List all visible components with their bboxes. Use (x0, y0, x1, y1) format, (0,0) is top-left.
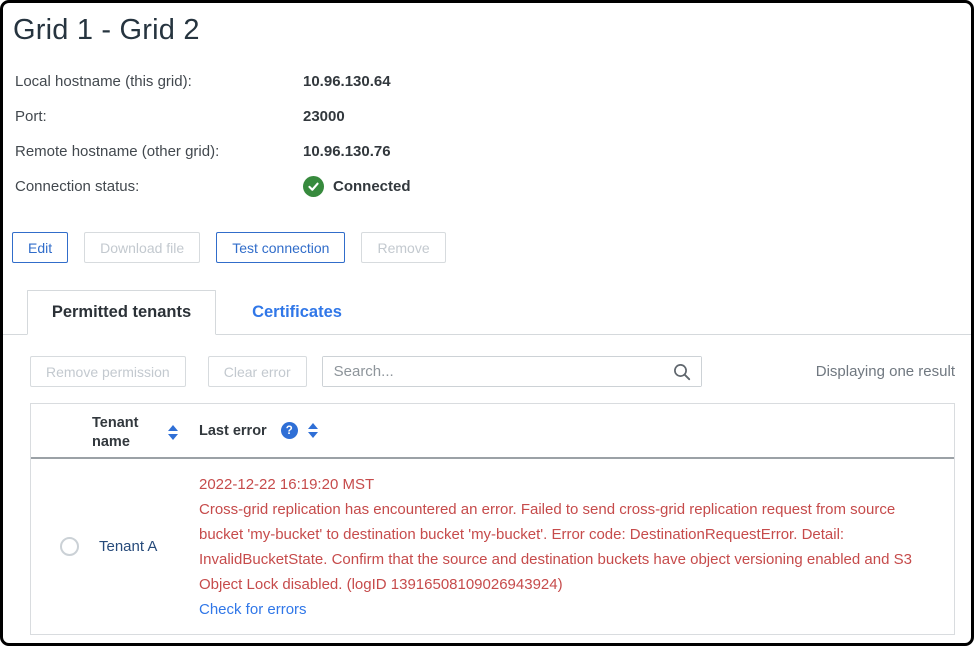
sort-icon[interactable] (168, 425, 178, 440)
search-input[interactable] (322, 357, 701, 386)
permitted-tenants-table: Tenant name Last error ? Tenant A 2022-1… (30, 403, 955, 635)
tenant-cell: Tenant A (92, 538, 199, 556)
connection-details: Local hostname (this grid): 10.96.130.64… (15, 71, 971, 197)
last-error-cell: 2022-12-22 16:19:20 MST Cross-grid repli… (199, 459, 931, 634)
detail-value: 10.96.130.76 (303, 142, 391, 160)
status-badge: Connected (303, 175, 411, 197)
check-for-errors-link[interactable]: Check for errors (199, 597, 307, 622)
radio-cell (31, 537, 92, 556)
detail-value: 23000 (303, 107, 345, 125)
results-count-text: Displaying one result (815, 363, 955, 380)
detail-local-hostname: Local hostname (this grid): 10.96.130.64 (15, 71, 971, 91)
tab-certificates[interactable]: Certificates (216, 290, 378, 334)
edit-button[interactable]: Edit (12, 232, 69, 263)
app-window: Grid 1 - Grid 2 Local hostname (this gri… (0, 0, 974, 646)
help-icon[interactable]: ? (280, 422, 298, 439)
action-buttons: Edit Download file Test connection Remov… (12, 232, 971, 263)
detail-label: Connection status: (15, 177, 140, 195)
download-file-button[interactable]: Download file (84, 232, 201, 263)
header-tenant-name: Tenant name (92, 410, 199, 452)
table-row: Tenant A 2022-12-22 16:19:20 MST Cross-g… (31, 459, 954, 634)
search-icon[interactable] (672, 362, 692, 387)
column-label: Tenant name (92, 414, 139, 450)
header-last-error: Last error ? (199, 422, 954, 439)
detail-port: Port: 23000 (15, 106, 971, 126)
error-timestamp: 2022-12-22 16:19:20 MST (199, 476, 375, 493)
remove-button[interactable]: Remove (361, 232, 446, 263)
remove-permission-button[interactable]: Remove permission (30, 356, 186, 387)
tenant-toolbar: Remove permission Clear error Displaying… (30, 356, 955, 387)
column-label: Last error (199, 422, 267, 439)
tenant-select-radio[interactable] (60, 537, 79, 556)
clear-error-button[interactable]: Clear error (207, 356, 307, 387)
table-header-row: Tenant name Last error ? (31, 404, 954, 459)
tab-bar: Permitted tenants Certificates (3, 290, 971, 335)
page-title: Grid 1 - Grid 2 (13, 14, 200, 46)
test-connection-button[interactable]: Test connection (216, 232, 346, 263)
detail-connection-status: Connection status: Connected (15, 175, 971, 197)
tenant-name-link[interactable]: Tenant A (92, 538, 157, 555)
detail-label: Remote hostname (other grid): (15, 142, 220, 160)
sort-icon[interactable] (307, 423, 318, 438)
detail-remote-hostname: Remote hostname (other grid): 10.96.130.… (15, 141, 971, 161)
detail-label: Port: (15, 107, 47, 125)
detail-value: 10.96.130.64 (303, 72, 391, 90)
status-text: Connected (333, 177, 411, 195)
tab-permitted-tenants[interactable]: Permitted tenants (27, 290, 216, 335)
detail-label: Local hostname (this grid): (15, 72, 192, 90)
search-box (321, 356, 702, 387)
error-message: Cross-grid replication has encountered a… (199, 501, 912, 593)
check-circle-icon (303, 175, 324, 197)
